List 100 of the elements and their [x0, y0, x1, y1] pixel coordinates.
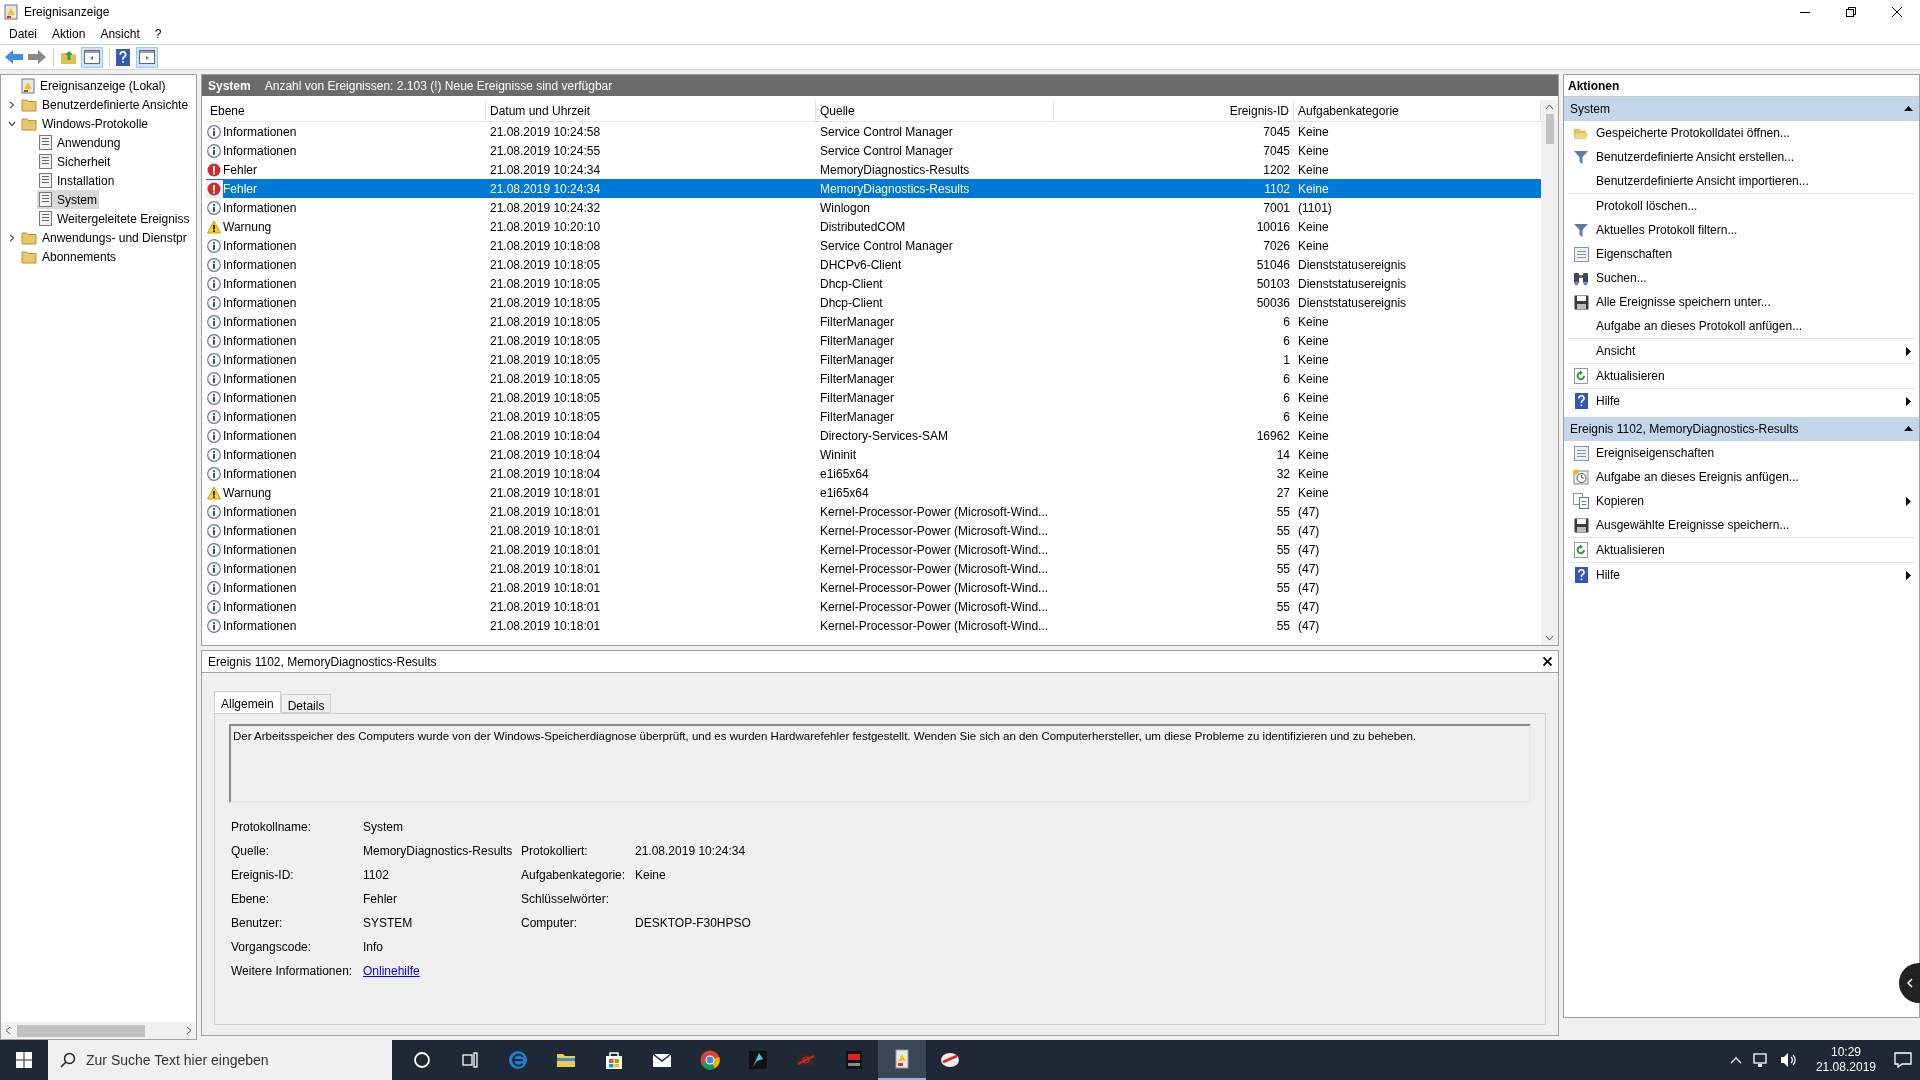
taskbar-search-field[interactable]: Zur Suche Text hier eingeben	[48, 1040, 392, 1080]
horizontal-scrollbar[interactable]	[1, 1022, 196, 1039]
action-item[interactable]: Aufgabe an dieses Ereignis anfügen...	[1568, 465, 1915, 489]
chevron-up-icon[interactable]	[1729, 1056, 1742, 1064]
column-header[interactable]: Ereignis-ID	[1054, 100, 1294, 121]
action-item[interactable]: Ereigniseigenschaften	[1568, 441, 1915, 465]
store-bag-icon[interactable]	[603, 1049, 625, 1071]
scroll-up-icon[interactable]	[1545, 104, 1554, 110]
menu-item[interactable]: ?	[147, 25, 169, 43]
table-row[interactable]: Informationen 21.08.2019 10:24:55 Service Control Manager 7045 Keine	[206, 141, 1541, 160]
table-row[interactable]: Informationen 21.08.2019 10:18:01 Kernel-Processor-Power (Microsoft-Wind... 55 (47)	[206, 597, 1541, 616]
table-row[interactable]: Fehler 21.08.2019 10:24:34 MemoryDiagnostics-Results 1202 Keine	[206, 160, 1541, 179]
table-row[interactable]: Informationen 21.08.2019 10:18:05 FilterManager 6 Keine	[206, 331, 1541, 350]
table-row[interactable]: Fehler 21.08.2019 10:24:34 MemoryDiagnostics-Results 1102 Keine	[206, 179, 1541, 198]
table-row[interactable]: Informationen 21.08.2019 10:24:58 Service Control Manager 7045 Keine	[206, 122, 1541, 141]
help-icon[interactable]	[116, 48, 130, 66]
table-row[interactable]: Informationen 21.08.2019 10:18:05 FilterManager 1 Keine	[206, 350, 1541, 369]
forward-arrow-icon[interactable]	[27, 49, 47, 65]
column-header[interactable]: Quelle	[816, 100, 1054, 121]
action-item[interactable]: Ansicht	[1568, 339, 1915, 363]
table-row[interactable]: Informationen 21.08.2019 10:18:05 FilterManager 6 Keine	[206, 388, 1541, 407]
tree-item[interactable]: Installation	[37, 171, 117, 190]
action-item[interactable]: Aktualisieren	[1568, 364, 1915, 388]
action-item[interactable]: Eigenschaften	[1568, 242, 1915, 266]
column-header[interactable]: Ebene	[206, 100, 486, 121]
tree-item[interactable]: Sicherheit	[37, 152, 113, 171]
action-item[interactable]: Benutzerdefinierte Ansicht importieren...	[1568, 169, 1915, 193]
expand-chevron-icon[interactable]	[8, 100, 16, 109]
action-item[interactable]: Hilfe	[1568, 563, 1915, 587]
tree-item[interactable]: Weitergeleitete Ereigniss	[37, 209, 192, 228]
scrollbar-thumb[interactable]	[1545, 114, 1554, 144]
tab[interactable]: Details	[280, 694, 332, 713]
table-row[interactable]: Informationen 21.08.2019 10:18:01 Kernel-Processor-Power (Microsoft-Wind... 55 (47)	[206, 616, 1541, 635]
table-row[interactable]: Informationen 21.08.2019 10:18:04 Directory-Services-SAM 16962 Keine	[206, 426, 1541, 445]
chrome-browser-icon[interactable]	[699, 1049, 721, 1071]
scroll-down-icon[interactable]	[1545, 635, 1554, 641]
table-row[interactable]: Informationen 21.08.2019 10:18:05 FilterManager 6 Keine	[206, 312, 1541, 331]
table-row[interactable]: Informationen 21.08.2019 10:18:04 Wininit 14 Keine	[206, 445, 1541, 464]
collapse-caret-icon[interactable]	[1904, 106, 1913, 112]
event-viewer-icon[interactable]	[895, 1049, 909, 1069]
collapse-chevron-icon[interactable]	[8, 119, 16, 128]
show-actions-button[interactable]	[136, 46, 158, 68]
table-row[interactable]: Informationen 21.08.2019 10:18:05 FilterManager 6 Keine	[206, 369, 1541, 388]
speaker-icon[interactable]	[1779, 1052, 1798, 1068]
scroll-right-icon[interactable]	[186, 1026, 192, 1035]
table-row[interactable]: Informationen 21.08.2019 10:18:05 DHCPv6-Client 51046 Dienststatusereignis	[206, 255, 1541, 274]
action-item[interactable]: Alle Ereignisse speichern unter...	[1568, 290, 1915, 314]
close-icon[interactable]	[1543, 657, 1552, 666]
help-link[interactable]: Onlinehilfe	[363, 962, 420, 980]
tree-item[interactable]: Ereignisanzeige (Lokal)	[19, 76, 168, 95]
menu-item[interactable]: Ansicht	[93, 25, 147, 43]
table-row[interactable]: Warnung 21.08.2019 10:18:01 e1i65x64 27 Keine	[206, 483, 1541, 502]
table-row[interactable]: Informationen 21.08.2019 10:18:08 Service Control Manager 7026 Keine	[206, 236, 1541, 255]
table-row[interactable]: Informationen 21.08.2019 10:18:01 Kernel-Processor-Power (Microsoft-Wind... 55 (47)	[206, 521, 1541, 540]
tab[interactable]: Allgemein	[214, 691, 281, 713]
side-handle[interactable]	[1899, 963, 1920, 1003]
collapse-caret-icon[interactable]	[1904, 426, 1913, 432]
action-item[interactable]: Ausgewählte Ereignisse speichern...	[1568, 513, 1915, 537]
scroll-left-icon[interactable]	[5, 1026, 11, 1035]
tree-item[interactable]: Anwendung	[37, 133, 123, 152]
menu-item[interactable]: Aktion	[45, 25, 93, 43]
menu-item[interactable]: Datei	[2, 25, 44, 43]
gpu-app-icon[interactable]	[843, 1049, 865, 1071]
network-icon[interactable]	[1751, 1052, 1770, 1068]
action-item[interactable]: Aufgabe an dieses Protokoll anfügen...	[1568, 314, 1915, 338]
action-item[interactable]: Suchen...	[1568, 266, 1915, 290]
action-item[interactable]: Protokoll löschen...	[1568, 194, 1915, 218]
clock[interactable]: 10:29 21.08.2019	[1807, 1045, 1884, 1075]
table-row[interactable]: Informationen 21.08.2019 10:18:05 Dhcp-Client 50036 Dienststatusereignis	[206, 293, 1541, 312]
vertical-scrollbar[interactable]	[1541, 100, 1558, 645]
table-row[interactable]: Informationen 21.08.2019 10:18:01 Kernel-Processor-Power (Microsoft-Wind... 55 (47)	[206, 502, 1541, 521]
action-item[interactable]: Aktualisieren	[1568, 538, 1915, 562]
table-row[interactable]: Informationen 21.08.2019 10:18:04 e1i65x64 32 Keine	[206, 464, 1541, 483]
section-header[interactable]: System	[1564, 97, 1919, 121]
windows-start-icon[interactable]	[13, 1049, 35, 1071]
browser-e-icon[interactable]	[507, 1049, 529, 1071]
task-view-icon[interactable]	[459, 1049, 481, 1071]
tree-item[interactable]: Abonnements	[19, 247, 119, 266]
table-row[interactable]: Informationen 21.08.2019 10:18:01 Kernel-Processor-Power (Microsoft-Wind... 55 (47)	[206, 578, 1541, 597]
tree-item[interactable]: Benutzerdefinierte Ansichte	[19, 95, 191, 114]
show-tree-button[interactable]	[81, 46, 103, 68]
expand-chevron-icon[interactable]	[8, 233, 16, 242]
action-item[interactable]: Benutzerdefinierte Ansicht erstellen...	[1568, 145, 1915, 169]
app-icon[interactable]	[747, 1049, 769, 1071]
action-item[interactable]: Hilfe	[1568, 389, 1915, 413]
action-item[interactable]: Aktuelles Protokoll filtern...	[1568, 218, 1915, 242]
table-row[interactable]: Warnung 21.08.2019 10:20:10 DistributedCOM 10016 Keine	[206, 217, 1541, 236]
table-row[interactable]: Informationen 21.08.2019 10:18:01 Kernel-Processor-Power (Microsoft-Wind... 55 (47)	[206, 559, 1541, 578]
section-header[interactable]: Ereignis 1102, MemoryDiagnostics-Results	[1564, 417, 1919, 441]
tree-item[interactable]: Windows-Protokolle	[19, 114, 151, 133]
table-row[interactable]: Informationen 21.08.2019 10:24:32 Winlogon 7001 (1101)	[206, 198, 1541, 217]
tree-item[interactable]: System	[37, 190, 99, 209]
cortana-circle-icon[interactable]	[411, 1049, 433, 1071]
action-item[interactable]: Kopieren	[1568, 489, 1915, 513]
folder-up-icon[interactable]	[60, 49, 78, 65]
table-row[interactable]: Informationen 21.08.2019 10:18:01 Kernel-Processor-Power (Microsoft-Wind... 55 (47)	[206, 540, 1541, 559]
tree-item[interactable]: Anwendungs- und Dienstpr	[19, 228, 189, 247]
table-row[interactable]: Informationen 21.08.2019 10:18:05 Dhcp-Client 50103 Dienststatusereignis	[206, 274, 1541, 293]
column-header[interactable]: Datum und Uhrzeit	[486, 100, 816, 121]
table-row[interactable]: Informationen 21.08.2019 10:18:05 FilterManager 6 Keine	[206, 407, 1541, 426]
